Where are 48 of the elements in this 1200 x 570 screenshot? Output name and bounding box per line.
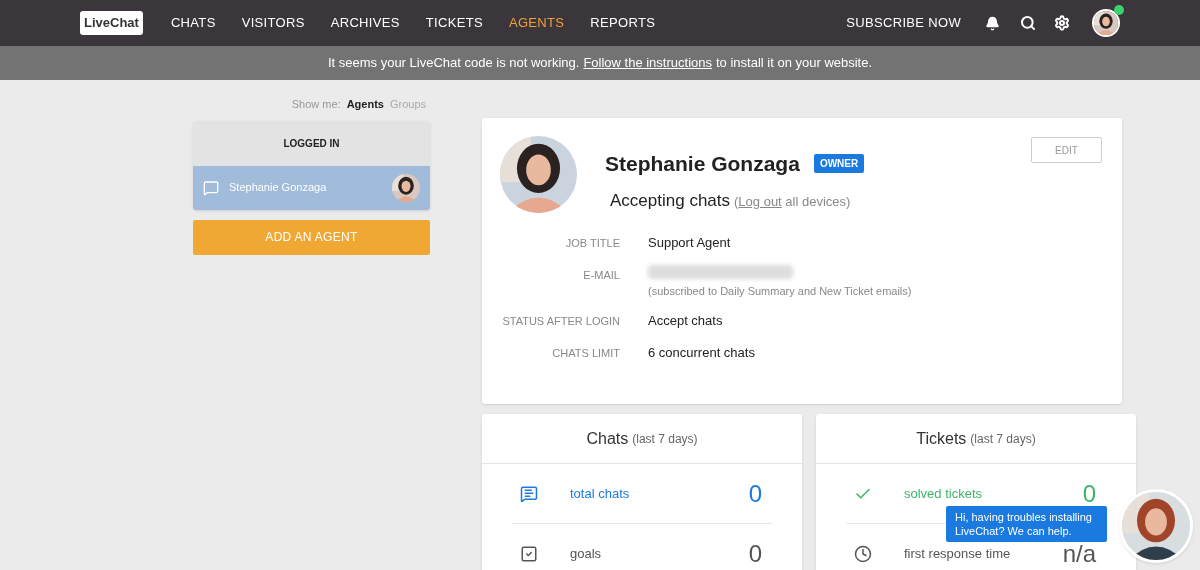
search-icon[interactable] [1020, 15, 1036, 31]
agent-name: Stephanie Gonzaga [605, 151, 800, 177]
nav-tab[interactable]: TICKETS [425, 13, 483, 33]
field-label: JOB TITLE [564, 236, 620, 251]
checkbox-icon [520, 545, 538, 563]
nav-tab[interactable]: VISITORS [241, 13, 305, 33]
stat-value: n/a [1062, 543, 1096, 565]
logout-note: (Log out all devices) [734, 192, 851, 211]
status-text: Accepting chats [610, 189, 730, 212]
bell-icon[interactable] [985, 15, 1000, 31]
stat-value: 0 [748, 482, 762, 505]
nav-tab[interactable]: CHATS [170, 13, 216, 33]
stat-label: solved tickets [904, 484, 984, 503]
logo[interactable]: LiveChat [80, 11, 143, 35]
show-me-label: Show me: [291, 97, 341, 112]
field-label: E-MAIL [582, 267, 620, 283]
field-value: Accept chats [648, 312, 723, 330]
notice-text: to install it on your website. [716, 54, 873, 73]
nav-tab[interactable]: ARCHIVES [330, 13, 400, 33]
subscribe-link[interactable]: SUBSCRIBE NOW [846, 13, 961, 33]
stat-label: total chats [570, 484, 631, 503]
logout-link[interactable]: Log out [738, 193, 782, 209]
field-value: 6 concurrent chats [648, 343, 755, 362]
instructions-link[interactable]: Follow the instructions [583, 53, 712, 73]
stat-value: 0 [1082, 482, 1096, 505]
section-header: LOGGED IN [193, 120, 430, 166]
card-title: Tickets [916, 428, 967, 449]
filter-link[interactable]: Agents [346, 96, 384, 113]
stat-label: goals [570, 545, 603, 564]
chat-bubble[interactable]: Hi, having troubles installing LiveChat? We can help. [946, 506, 1107, 542]
field-label: CHATS LIMIT [551, 345, 620, 361]
notice-text: It seems your LiveChat code is not working. [327, 54, 580, 73]
nav-tab[interactable]: REPORTS [590, 13, 656, 33]
chat-icon [520, 484, 538, 503]
chat-icon [203, 179, 219, 196]
stat-label: first response time [904, 545, 1012, 564]
stat-value: 0 [748, 543, 762, 565]
agent-name: Stephanie Gonzaga [229, 180, 328, 196]
field-value: Support Agent [648, 234, 731, 252]
field-note: (subscribed to Daily Summary and New Ticket emails) [648, 283, 912, 299]
settings-icon[interactable] [1054, 15, 1070, 31]
nav-tab[interactable]: AGENTS [508, 13, 565, 33]
clock-icon [854, 545, 872, 563]
card-title: Chats [586, 428, 629, 449]
field-label: STATUS AFTER LOGIN [501, 314, 620, 329]
card-period: (last 7 days) [970, 430, 1036, 448]
role-badge: OWNER [813, 154, 865, 174]
card-period: (last 7 days) [632, 430, 698, 448]
